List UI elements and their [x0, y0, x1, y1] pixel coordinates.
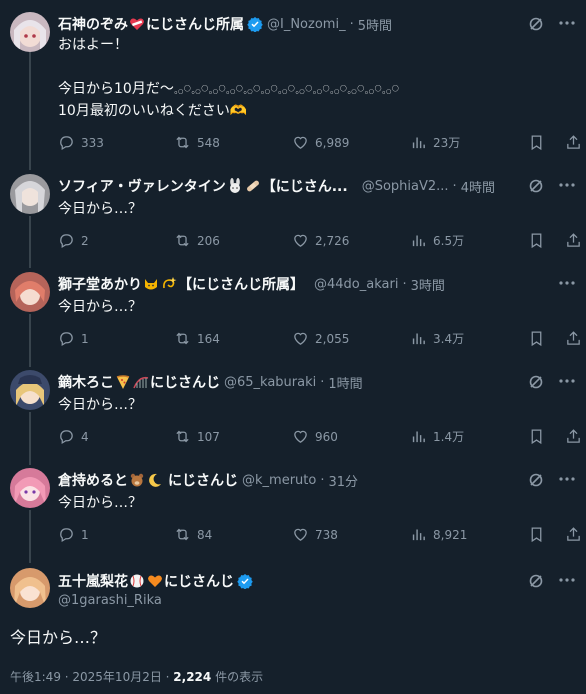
display-name-suffix[interactable]: にじさんじ — [164, 571, 234, 591]
tweet-metadata: 午後1:49 · 2025年10月2日 · 2,224 件の表示 — [10, 668, 263, 685]
main-tweet-text: 今日から…？ — [10, 628, 107, 647]
handle[interactable]: @1garashi_Rika — [58, 593, 162, 608]
main-tweet-header: 五十嵐梨花 にじさんじ — [58, 571, 253, 591]
grok-icon[interactable] — [528, 573, 544, 589]
baseball-emoji-icon — [130, 574, 144, 588]
more-icon[interactable] — [558, 571, 576, 589]
views-count: 2,224 — [173, 670, 212, 684]
views-suffix: 件の表示 — [211, 670, 264, 684]
main-tweet: 五十嵐梨花 にじさんじ @1garashi_Rika 今日から…？ 午後1:49… — [0, 0, 586, 694]
verified-badge-icon — [237, 574, 253, 589]
display-name[interactable]: 五十嵐梨花 — [58, 571, 128, 591]
timestamp[interactable]: 午後1:49 · 2025年10月2日 · — [10, 670, 173, 684]
avatar[interactable] — [10, 568, 50, 608]
orange-heart-emoji-icon — [148, 575, 162, 587]
